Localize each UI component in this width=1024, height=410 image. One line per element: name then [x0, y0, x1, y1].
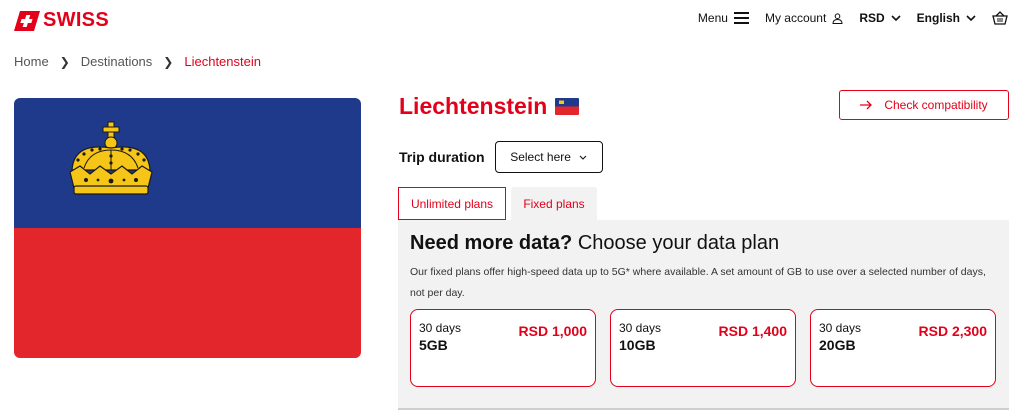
breadcrumb-current: Liechtenstein — [184, 54, 261, 69]
chevron-down-icon — [966, 14, 976, 21]
currency-select[interactable]: RSD — [859, 11, 901, 25]
plan-days: 30 days — [419, 321, 462, 335]
breadcrumb-destinations[interactable]: Destinations — [81, 54, 153, 69]
check-compatibility-label: Check compatibility — [884, 98, 988, 112]
flag-red-band — [14, 228, 361, 358]
trip-duration-label: Trip duration — [399, 149, 485, 165]
breadcrumb: Home ❯ Destinations ❯ Liechtenstein — [14, 54, 261, 69]
panel-description: Our fixed plans offer high-speed data up… — [410, 266, 986, 299]
plan-data: 20GB — [819, 337, 856, 353]
chevron-right-icon: ❯ — [163, 54, 174, 69]
plan-card-20gb[interactable]: 30 days 20GB RSD 2,300 — [810, 309, 996, 387]
chevron-down-icon — [579, 155, 587, 160]
fixed-plans-panel: Need more data? Choose your data plan Ou… — [398, 220, 1009, 410]
top-nav: Menu My account RSD English — [682, 11, 1008, 25]
tab-fixed-plans[interactable]: Fixed plans — [511, 187, 597, 220]
plan-price: RSD 1,400 — [718, 323, 787, 339]
my-account-button[interactable]: My account — [765, 11, 843, 25]
plan-card-5gb[interactable]: 30 days 5GB RSD 1,000 — [410, 309, 596, 387]
page-title: Liechtenstein — [399, 93, 548, 119]
liechtenstein-flag-icon — [555, 98, 580, 115]
trip-duration-row: Trip duration Select here — [399, 141, 603, 173]
trip-duration-select[interactable]: Select here — [494, 141, 603, 173]
panel-heading-bold: Need more data? — [410, 232, 573, 254]
chevron-right-icon: ❯ — [59, 54, 70, 69]
site-header: SWISS Menu My account RSD English — [0, 0, 1024, 40]
hamburger-icon — [733, 12, 749, 24]
swiss-flag-logo-icon — [14, 10, 40, 31]
panel-heading-rest: Choose your data plan — [572, 232, 780, 254]
breadcrumb-home[interactable]: Home — [14, 54, 49, 69]
menu-label: Menu — [697, 11, 728, 25]
language-label: English — [916, 11, 960, 25]
chevron-down-icon — [891, 14, 901, 21]
trip-duration-value: Select here — [510, 150, 571, 164]
brand-name: SWISS — [43, 9, 109, 31]
plan-data: 10GB — [619, 337, 656, 353]
plan-days: 30 days — [619, 321, 662, 335]
basket-button[interactable] — [992, 11, 1008, 25]
plan-price: RSD 1,000 — [518, 323, 587, 339]
plan-card-10gb[interactable]: 30 days 10GB RSD 1,400 — [610, 309, 796, 387]
tab-unlimited-plans[interactable]: Unlimited plans — [398, 187, 506, 220]
swiss-logo[interactable]: SWISS — [14, 9, 109, 32]
plan-price: RSD 2,300 — [918, 323, 987, 339]
language-select[interactable]: English — [917, 11, 976, 25]
check-compatibility-button[interactable]: Check compatibility — [839, 90, 1009, 120]
panel-heading: Need more data? Choose your data plan — [410, 232, 779, 255]
country-flag-image — [14, 98, 361, 358]
plan-days: 30 days — [819, 321, 862, 335]
basket-icon — [992, 11, 1008, 25]
destination-title-row: Liechtenstein — [399, 93, 580, 120]
arrow-right-icon — [860, 100, 873, 110]
my-account-label: My account — [764, 11, 827, 25]
plan-data: 5GB — [419, 337, 448, 353]
crown-icon — [69, 121, 153, 195]
currency-label: RSD — [859, 11, 885, 25]
menu-button[interactable]: Menu — [698, 11, 749, 25]
user-icon — [832, 12, 843, 24]
